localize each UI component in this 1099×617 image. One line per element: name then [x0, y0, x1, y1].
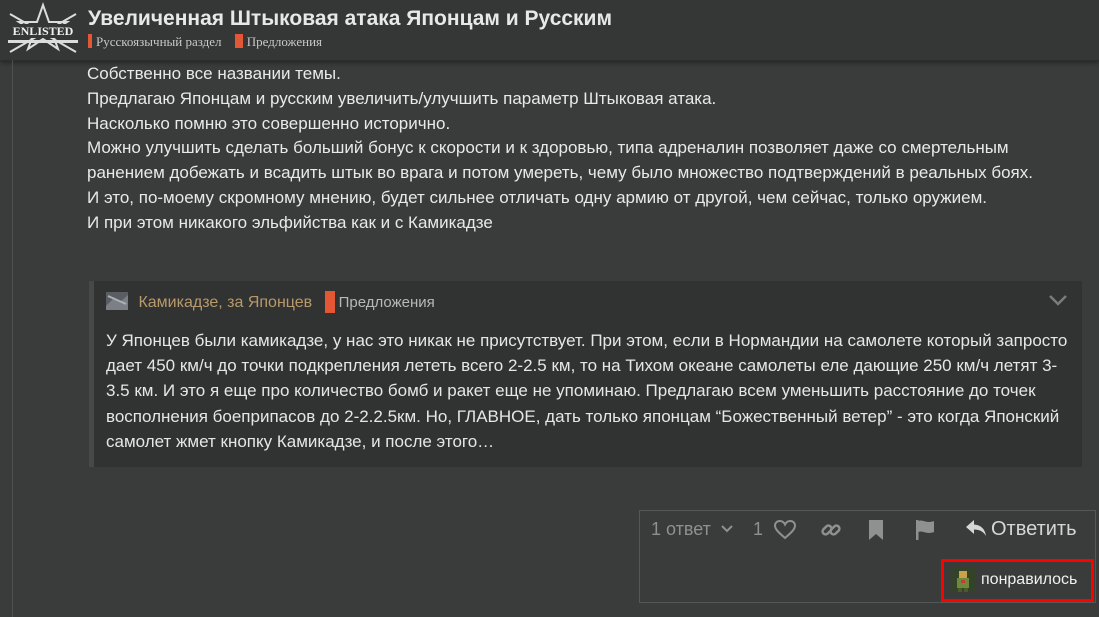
- reply-arrow-icon: [966, 520, 986, 536]
- logo-text: ENLISTED: [13, 24, 74, 38]
- quoted-category-label: Предложения: [338, 294, 435, 311]
- onebox-quote: Камикадзе, за Японцев Предложения У Япон…: [89, 281, 1082, 467]
- post-paragraph: Насколько помню это совершенно исторично…: [87, 113, 451, 133]
- category-breadcrumbs: Русскоязычный раздел Предложения: [88, 34, 332, 50]
- topic-header: ENLISTED Увеличенная Штыковая атака Япон…: [0, 0, 1099, 61]
- category-russian-section[interactable]: Русскоязычный раздел: [88, 34, 222, 50]
- topic-thumbnail-icon: [106, 292, 128, 310]
- topic-title[interactable]: Увеличенная Штыковая атака Японцам и Рус…: [88, 7, 612, 31]
- flag-icon[interactable]: [914, 519, 936, 541]
- category-label: Русскоязычный раздел: [96, 34, 222, 49]
- like-count[interactable]: 1: [753, 519, 763, 540]
- reply-label: Ответить: [991, 518, 1077, 540]
- post-body: Собственно все названии темы. Предлагаю …: [87, 62, 1087, 236]
- link-icon[interactable]: [820, 520, 842, 540]
- chevron-down-icon: [721, 525, 733, 533]
- chevron-down-icon[interactable]: [1048, 293, 1068, 307]
- category-proposals[interactable]: Предложения: [234, 34, 323, 50]
- post-paragraph: И при этом никакого эльфийства как и с К…: [87, 212, 493, 232]
- quote-text: У Японцев были камикадзе, у нас это ника…: [106, 331, 1068, 451]
- liked-label: понравилось: [981, 571, 1078, 588]
- post-paragraph: И это, по-моему скромному мнению, будет …: [87, 187, 987, 207]
- post-paragraph: Собственно все названии темы.: [87, 64, 341, 83]
- category-color-swatch: [324, 291, 335, 313]
- post-actions-bar: 1 ответ 1 Ответить: [640, 511, 1095, 549]
- category-label: Предложения: [246, 34, 323, 49]
- quoted-topic-link[interactable]: Камикадзе, за Японцев: [138, 294, 312, 311]
- liked-reaction[interactable]: понравилось: [941, 559, 1094, 602]
- post-timeline-line: [12, 60, 13, 617]
- reply-button[interactable]: Ответить: [965, 518, 1077, 541]
- liker-avatar: [951, 568, 975, 592]
- heart-icon[interactable]: [774, 520, 796, 540]
- quoted-category[interactable]: Предложения: [324, 291, 435, 313]
- post-paragraph: Можно улучшить сделать больший бонус к с…: [87, 138, 1033, 183]
- quote-header: Камикадзе, за Японцев Предложения: [106, 291, 435, 317]
- enlisted-logo[interactable]: ENLISTED: [4, 2, 82, 58]
- category-color-swatch: [88, 34, 92, 48]
- replies-label: 1 ответ: [651, 519, 711, 539]
- show-replies-button[interactable]: 1 ответ: [651, 519, 734, 540]
- category-color-swatch: [234, 34, 243, 48]
- post-paragraph: Предлагаю Японцам и русским увеличить/ул…: [87, 88, 717, 108]
- bookmark-icon[interactable]: [867, 519, 885, 541]
